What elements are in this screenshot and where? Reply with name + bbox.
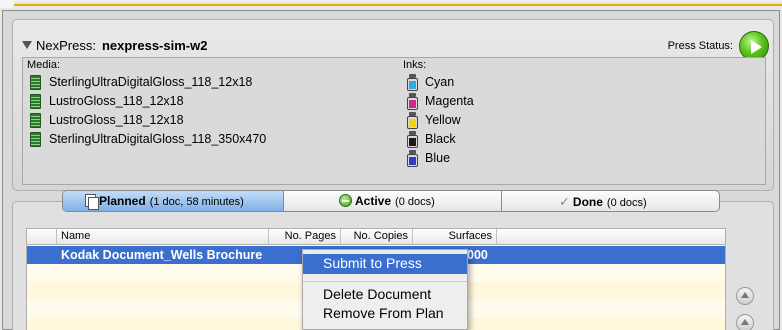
ink-name: Black — [425, 132, 456, 146]
media-stack-icon — [30, 113, 41, 128]
media-stack-icon — [30, 132, 41, 147]
play-icon — [751, 40, 762, 54]
documents-icon — [85, 194, 99, 210]
disclosure-triangle-icon[interactable] — [22, 41, 32, 49]
ink-bottle-icon — [406, 150, 419, 167]
document-state-tabs: Planned (1 doc, 58 minutes) Active (0 docs… — [62, 190, 720, 212]
move-to-top-icon[interactable] — [736, 287, 754, 305]
tab-planned[interactable]: Planned (1 doc, 58 minutes) — [63, 191, 283, 211]
media-stack-icon — [30, 94, 41, 109]
active-minus-icon — [339, 194, 352, 207]
column-header-surfaces[interactable]: Surfaces — [413, 229, 497, 245]
ink-name: Yellow — [425, 113, 461, 127]
press-header[interactable]: NexPress: nexpress-sim-w2 — [22, 38, 207, 53]
media-stack-icon — [30, 75, 41, 90]
top-accent-strip — [0, 0, 782, 8]
column-header-pages[interactable]: No. Pages — [269, 229, 341, 245]
media-label: Media: — [27, 59, 61, 71]
column-header-name[interactable]: Name — [57, 229, 269, 245]
press-status-label: Press Status: — [667, 40, 733, 52]
menu-item-delete-document[interactable]: Delete Document — [303, 285, 467, 305]
move-up-icon[interactable] — [736, 314, 754, 330]
press-info-box: Media: SterlingUltraDigitalGloss_118_12x… — [22, 57, 766, 185]
press-name: nexpress-sim-w2 — [101, 38, 208, 53]
menu-item-remove-from-plan[interactable]: Remove From Plan — [303, 304, 467, 324]
column-header-copies[interactable]: No. Copies — [341, 229, 413, 245]
inks-label: Inks: — [403, 59, 427, 71]
menu-separator — [303, 281, 467, 282]
ink-name: Magenta — [425, 94, 474, 108]
surfaces-cell: 000 — [467, 248, 488, 262]
ink-name: Cyan — [425, 75, 455, 89]
ink-bottle-icon — [406, 93, 419, 110]
checkmark-icon: ✓ — [559, 194, 570, 209]
press-prefix: NexPress: — [36, 38, 96, 53]
ink-bottle-icon — [406, 112, 419, 129]
table-header: Name No. Pages No. Copies Surfaces — [27, 229, 725, 245]
press-panel: NexPress: nexpress-sim-w2 Press Status: M… — [12, 19, 774, 191]
tab-active[interactable]: Active (0 docs) — [284, 191, 501, 211]
ink-bottle-icon — [406, 74, 419, 91]
tab-done[interactable]: ✓ Done (0 docs) — [502, 191, 719, 211]
menu-item-submit-to-press[interactable]: Submit to Press — [303, 254, 467, 274]
ink-name: Blue — [425, 151, 451, 165]
context-menu: Submit to Press Delete Document Remove F… — [302, 249, 468, 330]
document-name-cell: Kodak Document_Wells Brochure — [61, 248, 263, 262]
ink-bottle-icon — [406, 131, 419, 148]
column-header-blank[interactable] — [27, 229, 57, 245]
